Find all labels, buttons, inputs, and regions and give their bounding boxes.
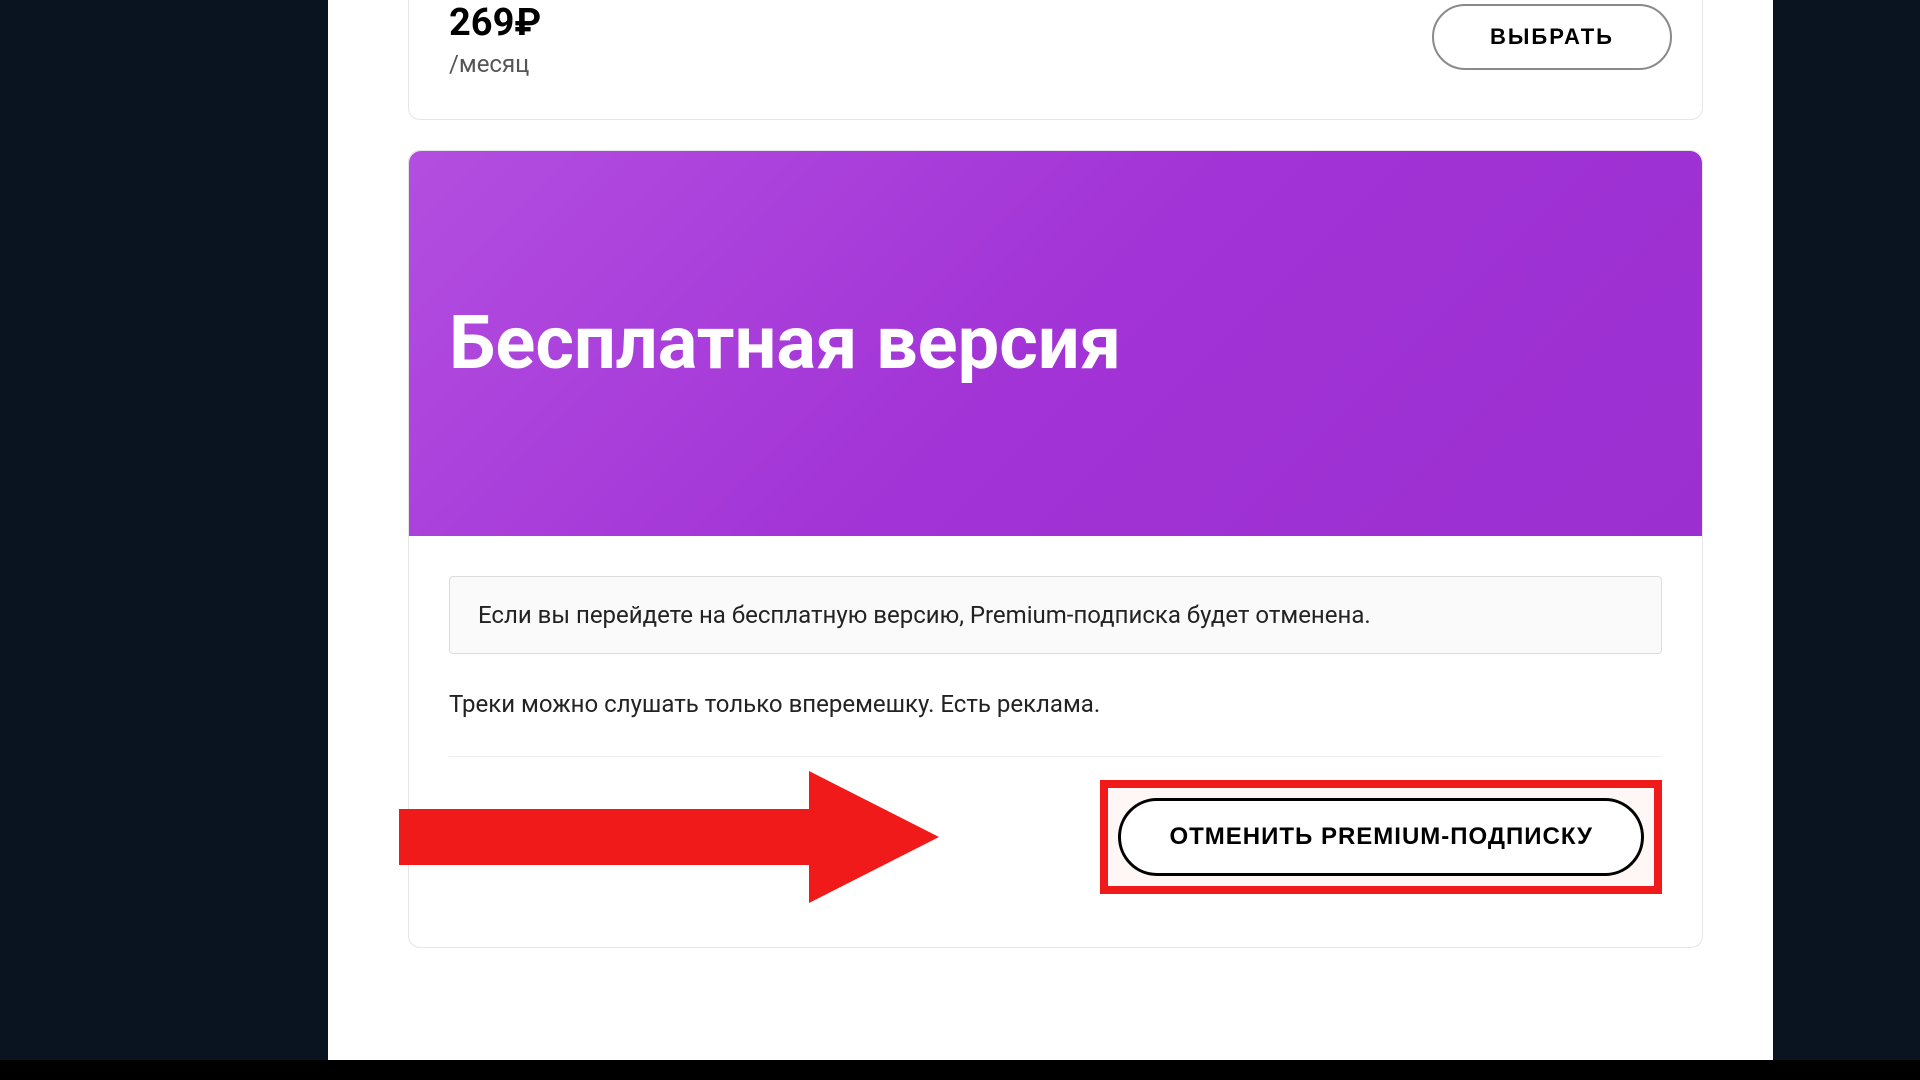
cancel-row: ОТМЕНИТЬ PREMIUM-ПОДПИСКУ	[449, 767, 1662, 907]
free-plan-banner: Бесплатная версия	[409, 151, 1702, 536]
letterbox-bottom	[0, 1060, 1920, 1080]
select-plan-button[interactable]: ВЫБРАТЬ	[1432, 4, 1672, 70]
cancel-premium-button[interactable]: ОТМЕНИТЬ PREMIUM-ПОДПИСКУ	[1118, 798, 1644, 876]
highlight-box: ОТМЕНИТЬ PREMIUM-ПОДПИСКУ	[1100, 780, 1662, 894]
free-plan-body: Если вы перейдете на бесплатную версию, …	[409, 536, 1702, 947]
free-plan-title: Бесплатная версия	[449, 300, 1121, 387]
price-period: /месяц	[449, 50, 541, 78]
arrow-shaft-icon	[399, 809, 809, 865]
cancellation-warning: Если вы перейдете на бесплатную версию, …	[449, 576, 1662, 654]
paid-plan-card: 269₽ /месяц ВЫБРАТЬ	[408, 0, 1703, 120]
arrow-annotation	[399, 772, 1039, 902]
divider	[449, 756, 1662, 757]
price-block: 269₽ /месяц	[449, 0, 541, 78]
page-background: 269₽ /месяц ВЫБРАТЬ Бесплатная версия Ес…	[0, 0, 1920, 1060]
free-plan-card: Бесплатная версия Если вы перейдете на б…	[408, 150, 1703, 948]
price-value: 269₽	[449, 4, 541, 42]
arrow-head-icon	[809, 771, 939, 903]
free-plan-description: Треки можно слушать только вперемешку. Е…	[449, 690, 1662, 718]
